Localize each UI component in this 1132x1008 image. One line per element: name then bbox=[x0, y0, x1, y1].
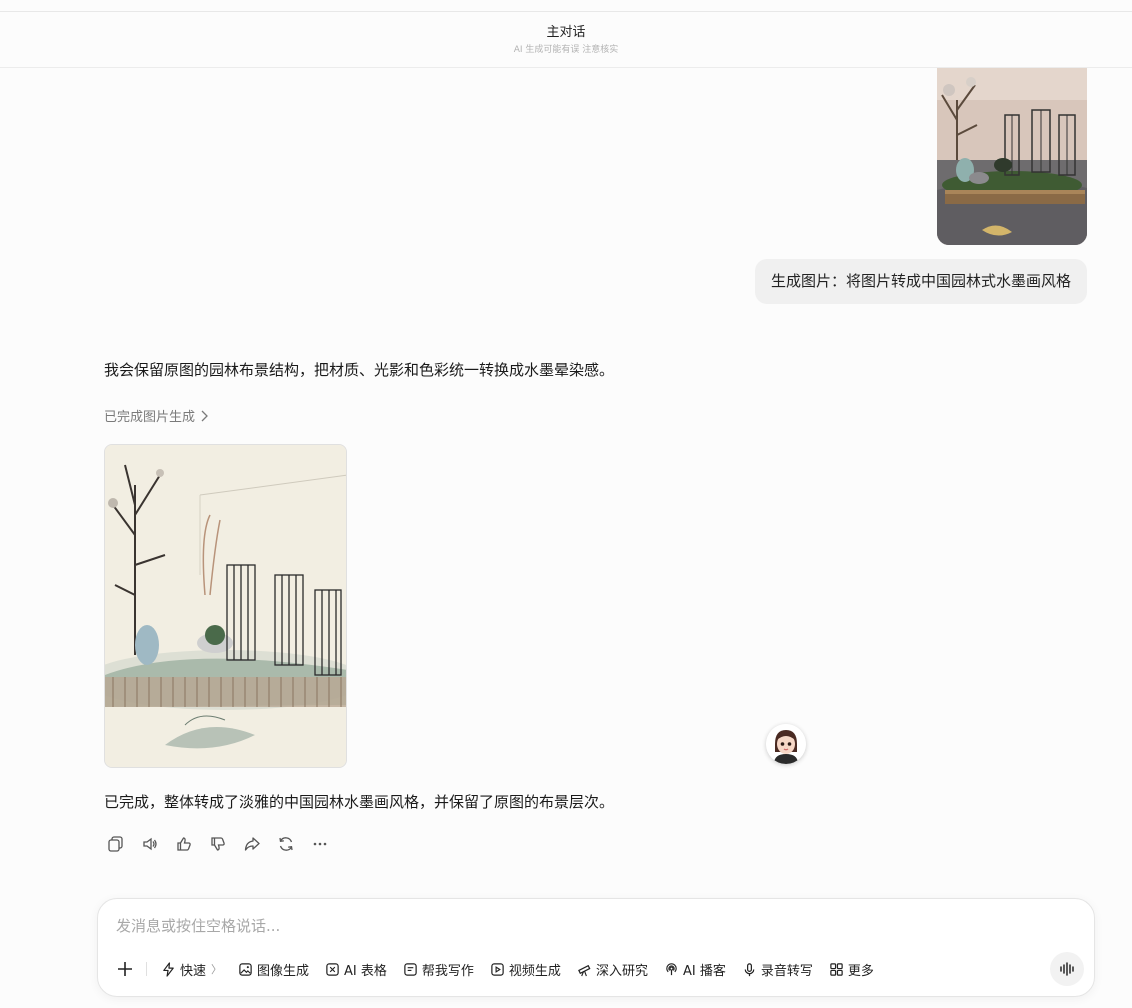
ink-wash-garden-painting bbox=[105, 445, 346, 767]
deep-research-button[interactable]: 深入研究 bbox=[577, 960, 648, 979]
chevron-right-icon bbox=[199, 409, 209, 427]
message-input[interactable] bbox=[116, 914, 1016, 938]
toolbar-divider bbox=[146, 962, 147, 976]
video-generation-button[interactable]: 视频生成 bbox=[490, 960, 561, 979]
table-icon bbox=[326, 962, 339, 976]
user-message-bubble: 生成图片：将图片转成中国园林式水墨画风格 bbox=[754, 259, 1087, 304]
waveform-icon bbox=[1060, 962, 1074, 976]
garden-photo bbox=[937, 40, 1087, 245]
assistant-avatar[interactable] bbox=[766, 724, 806, 764]
regenerate-icon[interactable] bbox=[276, 834, 296, 854]
video-generation-label: 视频生成 bbox=[508, 963, 561, 979]
audio-transcription-label: 录音转写 bbox=[760, 963, 813, 979]
speaker-icon[interactable] bbox=[140, 834, 160, 854]
writing-assistant-label: 帮我写作 bbox=[421, 963, 474, 979]
copy-icon[interactable] bbox=[106, 834, 126, 854]
message-composer: 快速 〉 图像生成 AI 表格 帮我写作 视频生成 深入研究 AI 播客 bbox=[97, 898, 1095, 997]
ai-podcast-label: AI 播客 bbox=[682, 963, 726, 979]
assistant-intro-text: 我会保留原图的园林布景结构，把材质、光影和色彩统一转换成水墨晕染感。 bbox=[104, 361, 615, 379]
image-generation-status-link[interactable]: 已完成图片生成 bbox=[104, 409, 209, 427]
more-tools-button[interactable]: 更多 bbox=[829, 960, 874, 979]
writing-assistant-button[interactable]: 帮我写作 bbox=[403, 960, 474, 979]
speed-mode-label: 快速 bbox=[180, 963, 207, 979]
audio-transcription-button[interactable]: 录音转写 bbox=[742, 960, 813, 979]
status-link-label: 已完成图片生成 bbox=[104, 410, 196, 425]
chevron-icon: 〉 bbox=[211, 963, 223, 976]
grid-icon bbox=[830, 962, 843, 976]
telescope-icon bbox=[577, 964, 591, 976]
pen-icon bbox=[404, 962, 417, 976]
page-title: 主对话 bbox=[546, 25, 586, 40]
assistant-final-text: 已完成，整体转成了淡雅的中国园林水墨画风格，并保留了原图的布景层次。 bbox=[104, 793, 615, 811]
image-generation-button[interactable]: 图像生成 bbox=[238, 960, 309, 979]
user-uploaded-image[interactable] bbox=[937, 40, 1087, 245]
image-icon bbox=[239, 962, 252, 976]
ai-table-label: AI 表格 bbox=[344, 963, 387, 979]
composer-toolbar: 快速 〉 图像生成 AI 表格 帮我写作 视频生成 深入研究 AI 播客 录音转… bbox=[114, 957, 890, 981]
video-icon bbox=[491, 962, 504, 976]
ai-podcast-button[interactable]: AI 播客 bbox=[664, 960, 726, 979]
voice-input-button[interactable] bbox=[1050, 952, 1084, 986]
ai-table-button[interactable]: AI 表格 bbox=[325, 960, 387, 979]
podcast-icon bbox=[666, 962, 677, 975]
lightning-icon bbox=[163, 961, 174, 977]
deep-research-label: 深入研究 bbox=[595, 963, 648, 979]
generated-image[interactable] bbox=[104, 444, 347, 768]
ai-disclaimer: AI 生成可能有误 注意核实 bbox=[513, 45, 619, 55]
image-generation-label: 图像生成 bbox=[257, 963, 310, 979]
more-tools-label: 更多 bbox=[847, 963, 874, 979]
more-icon[interactable] bbox=[310, 834, 330, 854]
message-actions bbox=[106, 834, 330, 854]
mic-icon bbox=[744, 962, 755, 976]
plus-icon bbox=[118, 962, 132, 976]
thumbs-up-icon[interactable] bbox=[174, 834, 194, 854]
share-icon[interactable] bbox=[242, 834, 262, 854]
thumbs-down-icon[interactable] bbox=[208, 834, 228, 854]
speed-mode-button[interactable]: 快速 〉 bbox=[161, 960, 222, 979]
chat-header: 主对话 AI 生成可能有误 注意核实 bbox=[0, 11, 1132, 68]
add-attachment-button[interactable] bbox=[114, 958, 136, 980]
